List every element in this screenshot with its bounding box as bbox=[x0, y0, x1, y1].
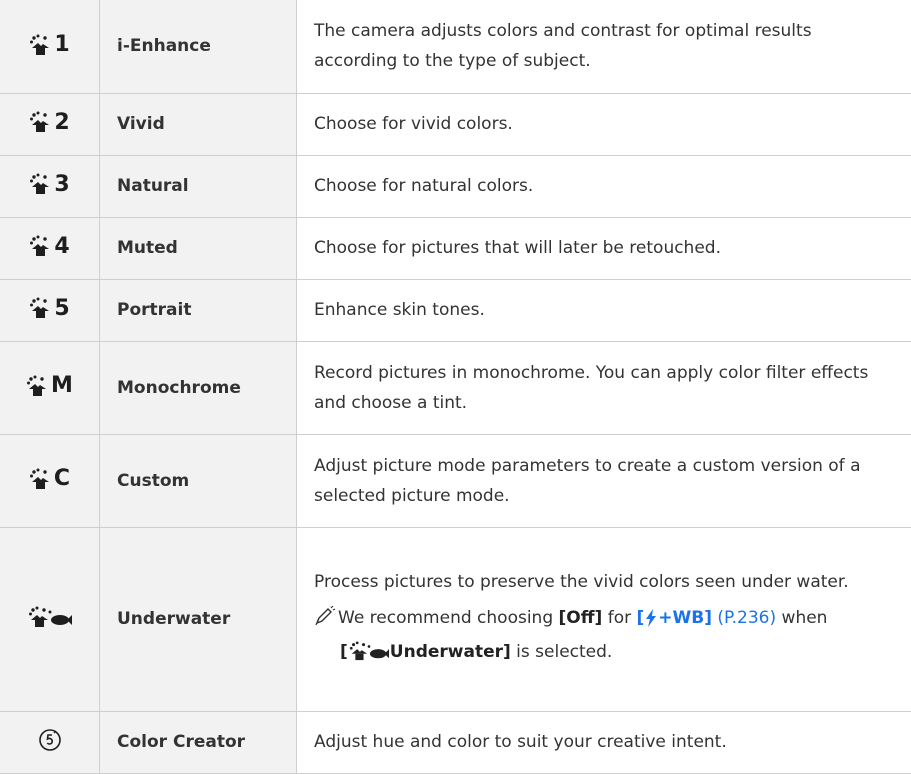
tip-text-pre: We recommend choosing bbox=[338, 608, 553, 628]
mode-name: Natural bbox=[100, 155, 297, 217]
table-row: 5 Portrait Enhance skin tones. bbox=[0, 279, 911, 341]
flash-wb-link[interactable]: [ +WB] bbox=[636, 608, 712, 628]
mode-suffix: C bbox=[54, 466, 70, 491]
mode-description: Choose for natural colors. bbox=[297, 155, 911, 217]
mode-description-cell: Process pictures to preserve the vivid c… bbox=[297, 527, 911, 711]
table-row: M Monochrome Record pictures in monochro… bbox=[0, 341, 911, 434]
mode-description: The camera adjusts colors and contrast f… bbox=[297, 0, 911, 93]
picture-mode-icon: 4 bbox=[29, 234, 69, 259]
flash-wb-open: [ bbox=[636, 608, 644, 628]
mode-icon-cell: C bbox=[0, 434, 100, 527]
picture-mode-icon: M bbox=[26, 373, 73, 398]
mode-description: Choose for pictures that will later be r… bbox=[297, 217, 911, 279]
mode-suffix: 2 bbox=[54, 110, 69, 135]
underwater-mode-icon bbox=[349, 641, 389, 671]
table-row: Color Creator Adjust hue and color to su… bbox=[0, 711, 911, 773]
mode-name: Custom bbox=[100, 434, 297, 527]
mode-name: Portrait bbox=[100, 279, 297, 341]
mode-icon-cell: 2 bbox=[0, 93, 100, 155]
flash-icon bbox=[645, 607, 657, 637]
mode-icon-cell: 4 bbox=[0, 217, 100, 279]
mode-suffix: 5 bbox=[54, 296, 69, 321]
page-reference-link[interactable]: (P.236) bbox=[717, 608, 776, 628]
color-creator-dial-icon bbox=[38, 728, 62, 757]
underwater-ref-rest: Underwater] bbox=[390, 642, 511, 662]
table-row: C Custom Adjust picture mode parameters … bbox=[0, 434, 911, 527]
tip-off-label: [Off] bbox=[559, 608, 603, 628]
tip-text-when: when bbox=[782, 608, 828, 628]
pencil-tip-icon bbox=[314, 606, 336, 636]
picture-mode-icon: 5 bbox=[29, 296, 69, 321]
mode-icon-cell bbox=[0, 711, 100, 773]
table-row: 2 Vivid Choose for vivid colors. bbox=[0, 93, 911, 155]
mode-suffix: M bbox=[51, 373, 73, 398]
mode-description: Record pictures in monochrome. You can a… bbox=[297, 341, 911, 434]
mode-name: Muted bbox=[100, 217, 297, 279]
mode-suffix: 4 bbox=[54, 234, 69, 259]
mode-name: Underwater bbox=[100, 527, 297, 711]
table-row: 4 Muted Choose for pictures that will la… bbox=[0, 217, 911, 279]
mode-description: Choose for vivid colors. bbox=[297, 93, 911, 155]
picture-mode-icon: 1 bbox=[29, 32, 69, 57]
mode-suffix: 3 bbox=[54, 172, 69, 197]
table-row: 3 Natural Choose for natural colors. bbox=[0, 155, 911, 217]
recommendation-tip: We recommend choosing [Off] for [ +WB] (P… bbox=[314, 603, 891, 671]
tip-text-selected: is selected. bbox=[516, 642, 612, 662]
mode-name: i-Enhance bbox=[100, 0, 297, 93]
mode-description: Adjust picture mode parameters to create… bbox=[297, 434, 911, 527]
underwater-mode-icon bbox=[28, 606, 72, 628]
picture-mode-icon: 2 bbox=[29, 110, 69, 135]
mode-name: Monochrome bbox=[100, 341, 297, 434]
mode-name: Color Creator bbox=[100, 711, 297, 773]
mode-icon-cell: 1 bbox=[0, 0, 100, 93]
mode-description: Enhance skin tones. bbox=[297, 279, 911, 341]
table-row: Underwater Process pictures to preserve … bbox=[0, 527, 911, 711]
picture-mode-icon: 3 bbox=[29, 172, 69, 197]
picture-mode-icon: C bbox=[29, 466, 70, 491]
mode-icon-cell: M bbox=[0, 341, 100, 434]
mode-icon-cell bbox=[0, 527, 100, 711]
picture-mode-table: 1 i-Enhance The camera adjusts colors an… bbox=[0, 0, 911, 774]
mode-description: Adjust hue and color to suit your creati… bbox=[297, 711, 911, 773]
mode-description: Process pictures to preserve the vivid c… bbox=[314, 567, 891, 597]
mode-name: Vivid bbox=[100, 93, 297, 155]
flash-wb-rest: +WB] bbox=[658, 608, 712, 628]
mode-suffix: 1 bbox=[54, 32, 69, 57]
underwater-ref-open: [ bbox=[340, 642, 348, 662]
table-row: 1 i-Enhance The camera adjusts colors an… bbox=[0, 0, 911, 93]
mode-icon-cell: 5 bbox=[0, 279, 100, 341]
mode-icon-cell: 3 bbox=[0, 155, 100, 217]
tip-text-for: for bbox=[608, 608, 631, 628]
